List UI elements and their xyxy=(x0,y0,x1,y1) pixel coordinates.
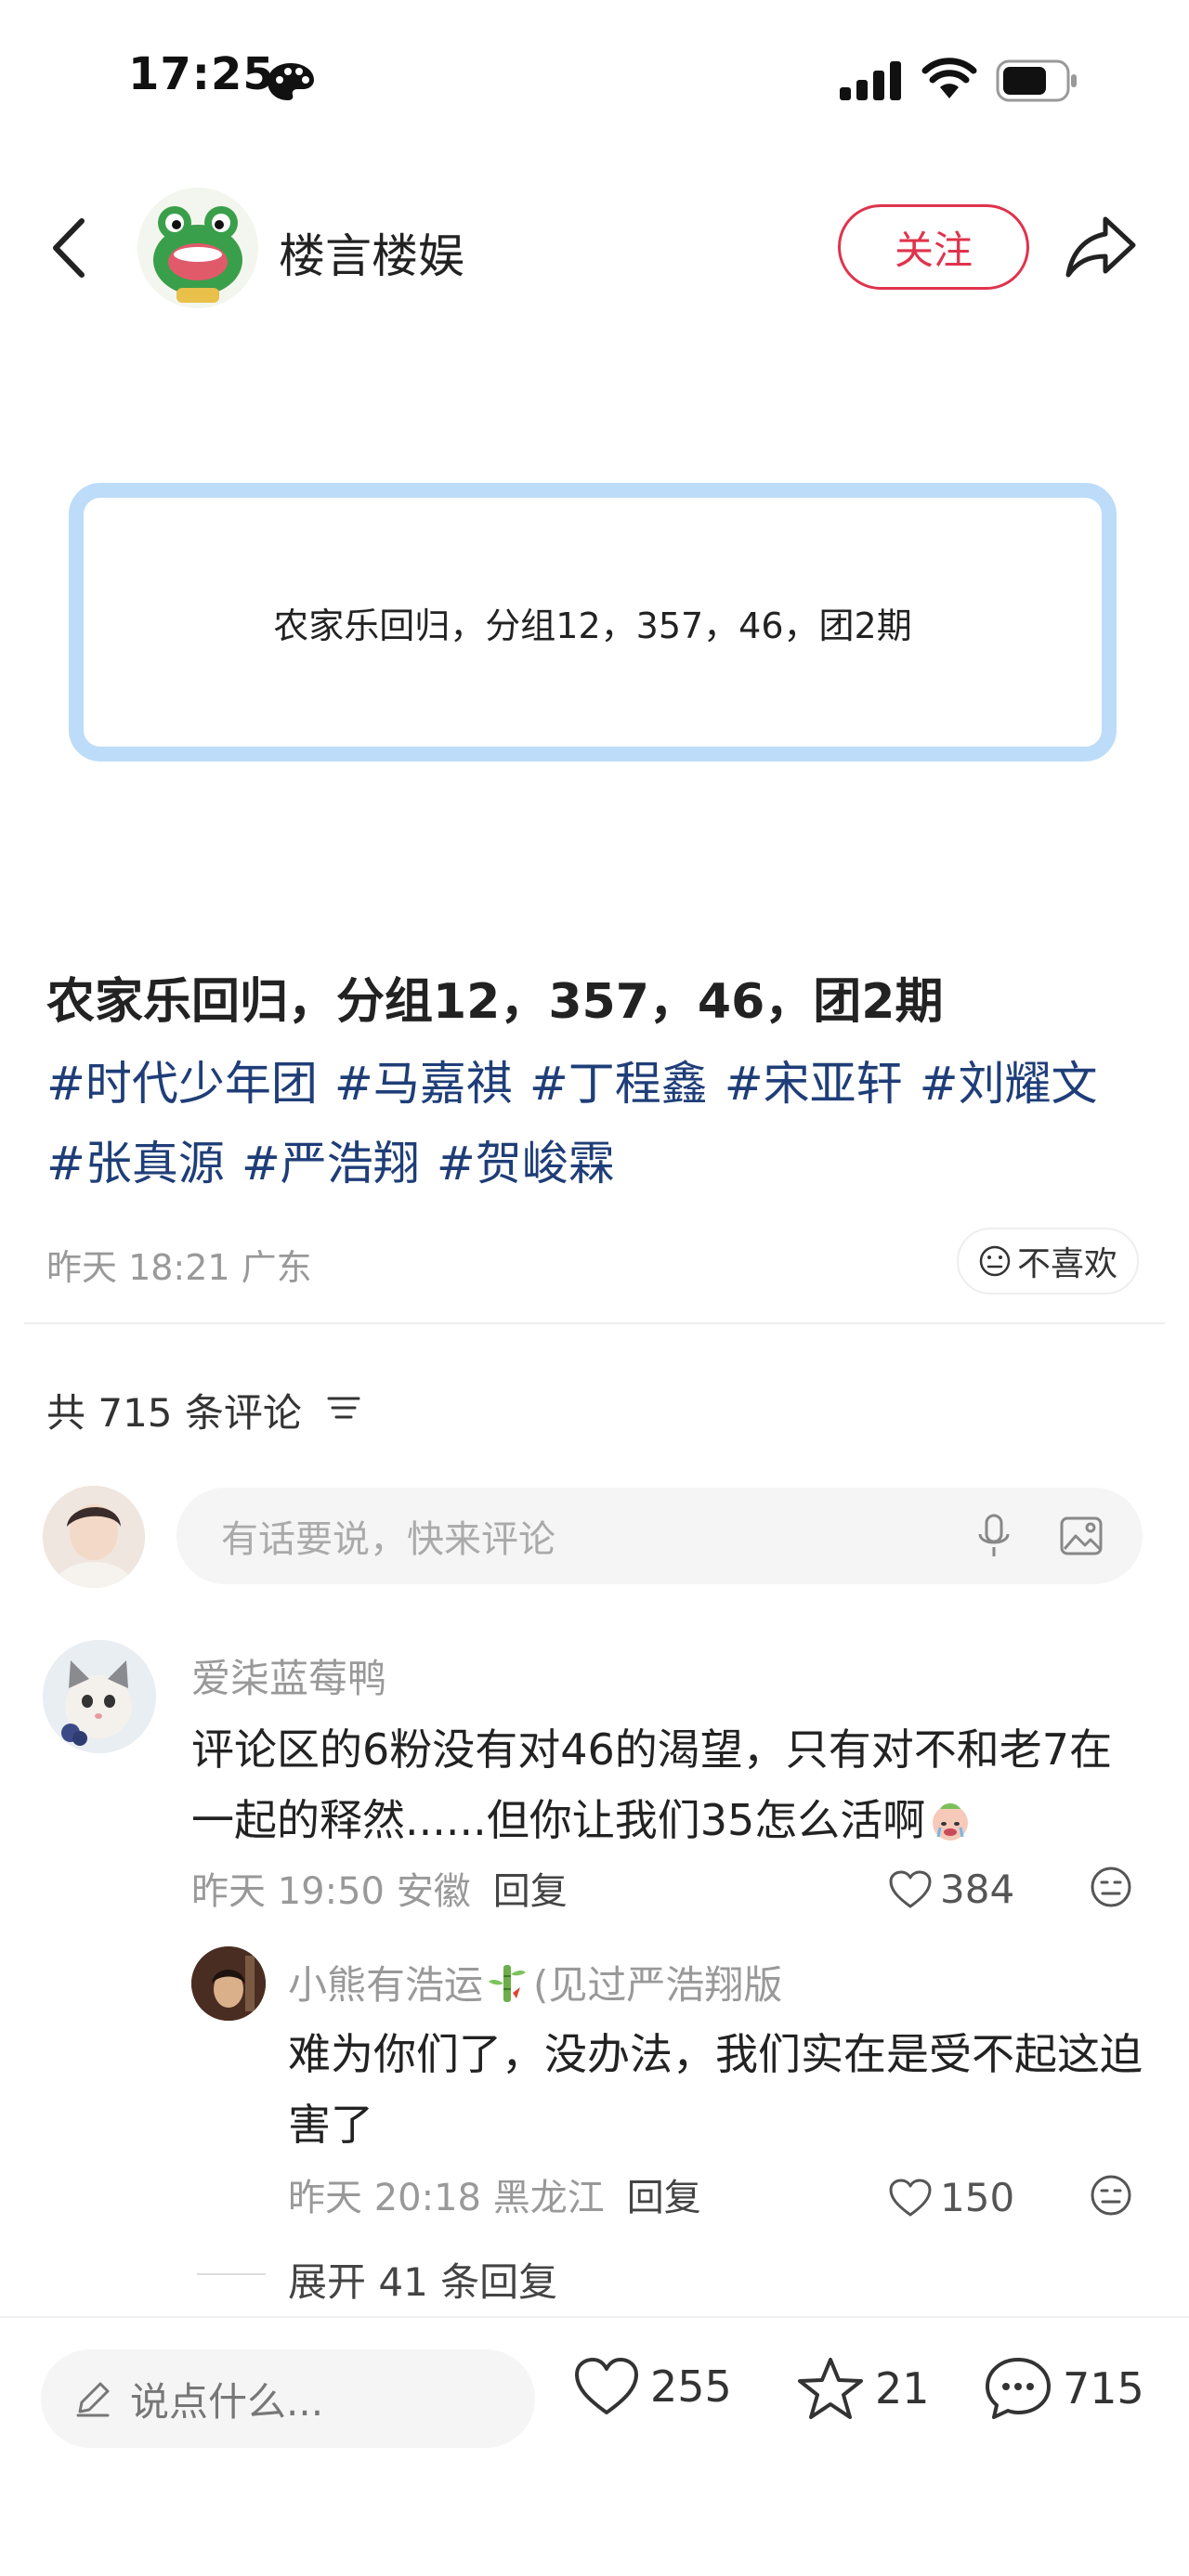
pencil-icon xyxy=(76,2382,110,2417)
tag-link[interactable]: #贺峻霖 xyxy=(437,1137,615,1190)
crying-emoji-icon xyxy=(933,1803,969,1841)
reply-like-button[interactable]: 150 xyxy=(888,2175,1014,2220)
replier-avatar[interactable] xyxy=(191,1946,266,2021)
frog-avatar-image xyxy=(153,206,242,303)
tag-link[interactable]: #时代少年团 xyxy=(46,1057,318,1111)
reply-username-text: 小熊有浩运 xyxy=(288,1962,484,2008)
collect-button[interactable]: 21 xyxy=(795,2355,930,2422)
neutral-face-icon[interactable] xyxy=(1089,1865,1133,1909)
expand-replies-button[interactable]: 展开 41 条回复 xyxy=(288,2251,557,2308)
tag-link[interactable]: #宋亚轩 xyxy=(725,1057,903,1111)
comment-count: 共 715 条评论 xyxy=(46,1390,302,1436)
reply-time: 昨天 20:18 黑龙江 xyxy=(288,2177,605,2219)
replier-avatar-image xyxy=(191,1946,266,2021)
note-image-card[interactable]: 农家乐回归，分组12，357，46，团2期 xyxy=(69,483,1117,761)
tag-link[interactable]: #刘耀文 xyxy=(920,1057,1098,1111)
comment-like-button[interactable]: 384 xyxy=(888,1867,1014,1912)
comment-time: 昨天 19:50 安徽 xyxy=(191,1870,471,1913)
dislike-label: 不喜欢 xyxy=(1016,1245,1117,1283)
neutral-face-icon xyxy=(979,1245,1011,1277)
status-time: 17:25 xyxy=(128,48,275,100)
palette-icon xyxy=(268,63,314,100)
tag-link[interactable]: #张真源 xyxy=(46,1137,225,1190)
reply-text: 难为你们了，没办法，我们实在是受不起这迫害了 xyxy=(288,2029,1143,2150)
tag-link[interactable]: #马嘉祺 xyxy=(334,1057,513,1111)
microphone-icon[interactable] xyxy=(975,1514,1013,1558)
chat-bubble-icon xyxy=(986,2358,1051,2419)
star-icon xyxy=(798,2358,863,2419)
comment-total-count: 715 xyxy=(1063,2363,1144,2413)
wifi-icon xyxy=(921,58,977,98)
comment-text-content: 评论区的6粉没有对46的渴望，只有对不和老7在一起的释然......但你让我们3… xyxy=(191,1724,1113,1845)
back-button[interactable] xyxy=(46,215,93,280)
dislike-button[interactable]: 不喜欢 xyxy=(957,1228,1139,1295)
comment-input-placeholder: 有话要说，快来评论 xyxy=(221,1518,555,1561)
author-avatar[interactable] xyxy=(137,188,258,308)
reply-button[interactable]: 回复 xyxy=(627,2177,701,2219)
post-meta: 昨天 18:21 广东 xyxy=(46,1247,312,1288)
comment-button[interactable]: 715 xyxy=(983,2355,1144,2422)
my-avatar-image xyxy=(43,1486,145,1588)
comment-meta: 昨天 19:50 安徽 回复 xyxy=(191,1861,568,1915)
battery-icon xyxy=(996,59,1077,102)
reply-meta: 昨天 20:18 黑龙江 回复 xyxy=(288,2167,701,2221)
share-icon[interactable] xyxy=(1063,208,1139,284)
heart-icon xyxy=(575,2358,638,2414)
image-icon[interactable] xyxy=(1059,1514,1104,1558)
comment-text: 评论区的6粉没有对46的渴望，只有对不和老7在一起的释然......但你让我们3… xyxy=(191,1714,1130,1855)
reply-button[interactable]: 回复 xyxy=(493,1870,568,1913)
bottom-comment-input[interactable]: 说点什么... xyxy=(41,2349,535,2448)
like-button[interactable]: 255 xyxy=(572,2355,732,2418)
heart-icon xyxy=(889,2179,932,2216)
comment-like-count: 384 xyxy=(940,1867,1015,1912)
comment-username[interactable]: 爱柒蓝莓鸭 xyxy=(191,1647,386,1704)
post-tags: #时代少年团 #马嘉祺 #丁程鑫 #宋亚轩 #刘耀文 #张真源 #严浩翔 #贺峻霖 xyxy=(46,1044,1152,1203)
tag-link[interactable]: #丁程鑫 xyxy=(529,1057,708,1111)
follow-button[interactable]: 关注 xyxy=(838,204,1029,290)
like-count: 255 xyxy=(650,2361,732,2412)
heart-icon xyxy=(889,1870,932,1907)
expand-line-divider xyxy=(197,2273,266,2275)
collect-count: 21 xyxy=(875,2363,930,2413)
tag-link[interactable]: #严浩翔 xyxy=(242,1137,420,1190)
bottom-bar-divider xyxy=(0,2316,1189,2318)
bottom-input-placeholder: 说点什么... xyxy=(130,2378,324,2425)
reply-username-suffix: (见过严浩翔版 xyxy=(533,1962,783,2008)
my-avatar[interactable] xyxy=(43,1486,145,1588)
divider xyxy=(24,1322,1165,1324)
commenter-avatar[interactable] xyxy=(43,1640,156,1753)
post-title: 农家乐回归，分组12，357，46，团2期 xyxy=(46,974,944,1030)
note-card-text: 农家乐回归，分组12，357，46，团2期 xyxy=(273,605,912,646)
bamboo-icon xyxy=(489,1964,527,2002)
cellular-signal-icon xyxy=(840,61,901,100)
reply-username[interactable]: 小熊有浩运 (见过严浩翔版 xyxy=(288,1954,782,2010)
cat-avatar-image xyxy=(43,1640,156,1753)
neutral-face-icon[interactable] xyxy=(1089,2173,1133,2218)
author-name[interactable]: 楼言楼娱 xyxy=(279,219,464,286)
sort-icon[interactable] xyxy=(325,1391,362,1425)
reply-like-count: 150 xyxy=(940,2175,1015,2220)
